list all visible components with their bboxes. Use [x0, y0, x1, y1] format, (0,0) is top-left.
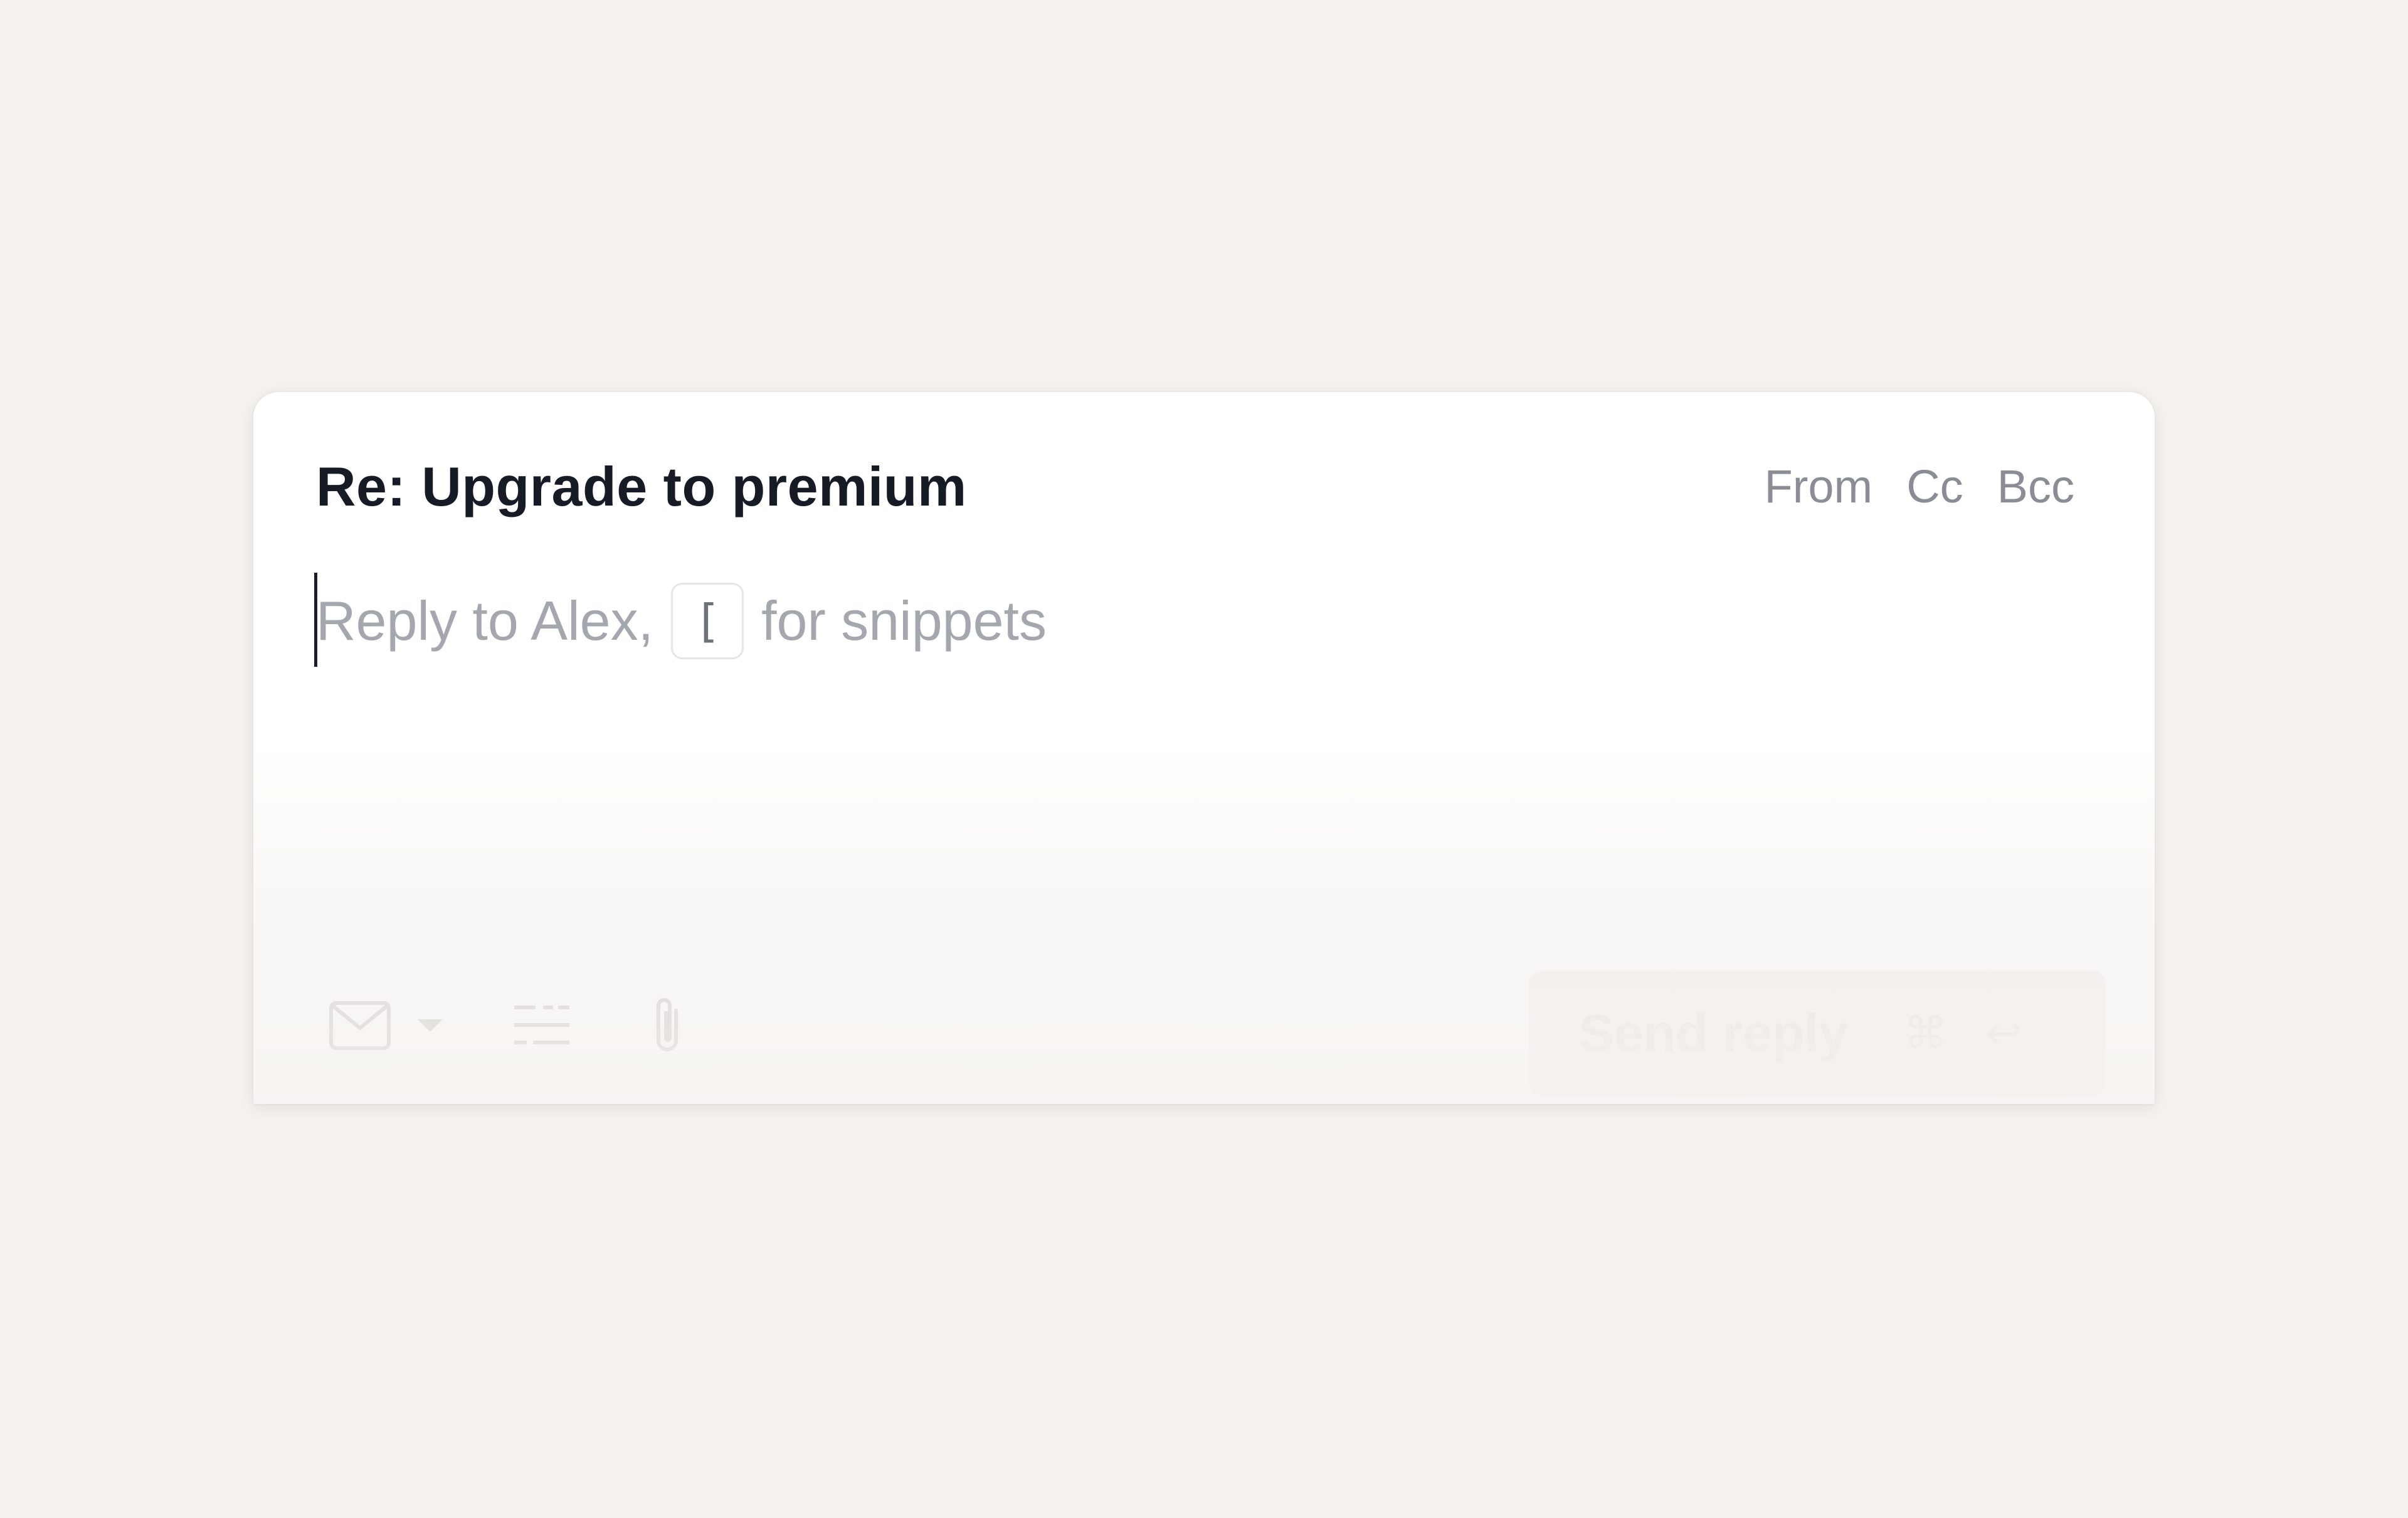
- cc-toggle[interactable]: Cc: [1906, 460, 1963, 513]
- return-key-icon: ↩: [1985, 1009, 2022, 1058]
- paperclip-icon: [648, 994, 689, 1057]
- bcc-toggle[interactable]: Bcc: [1997, 460, 2074, 513]
- send-reply-label: Send reply: [1579, 1003, 1849, 1063]
- composer-toolbar: [329, 994, 689, 1057]
- placeholder-after: for snippets: [761, 590, 1047, 652]
- placeholder-before: Reply to Alex,: [316, 590, 654, 652]
- subject-title: Re: Upgrade to premium: [316, 455, 967, 518]
- mail-icon: [329, 1001, 391, 1051]
- chevron-down-icon: [416, 1017, 444, 1034]
- message-type-button[interactable]: [329, 1001, 444, 1051]
- command-key-icon: ⌘: [1903, 1009, 1948, 1058]
- reply-editor[interactable]: Reply to Alex, [ for snippets: [314, 573, 1047, 668]
- text-caret: [314, 573, 317, 667]
- send-shortcut: ⌘ ↩: [1903, 1007, 2022, 1059]
- from-toggle[interactable]: From: [1765, 460, 1873, 513]
- send-reply-button[interactable]: Send reply ⌘ ↩: [1529, 970, 2106, 1096]
- text-format-icon: [513, 1003, 571, 1048]
- formatting-button[interactable]: [513, 1003, 571, 1048]
- snippet-key-hint: [: [671, 583, 744, 659]
- attach-button[interactable]: [648, 994, 689, 1057]
- recipient-options: From Cc Bcc: [1765, 460, 2074, 513]
- reply-composer: Re: Upgrade to premium From Cc Bcc Reply…: [253, 392, 2155, 1104]
